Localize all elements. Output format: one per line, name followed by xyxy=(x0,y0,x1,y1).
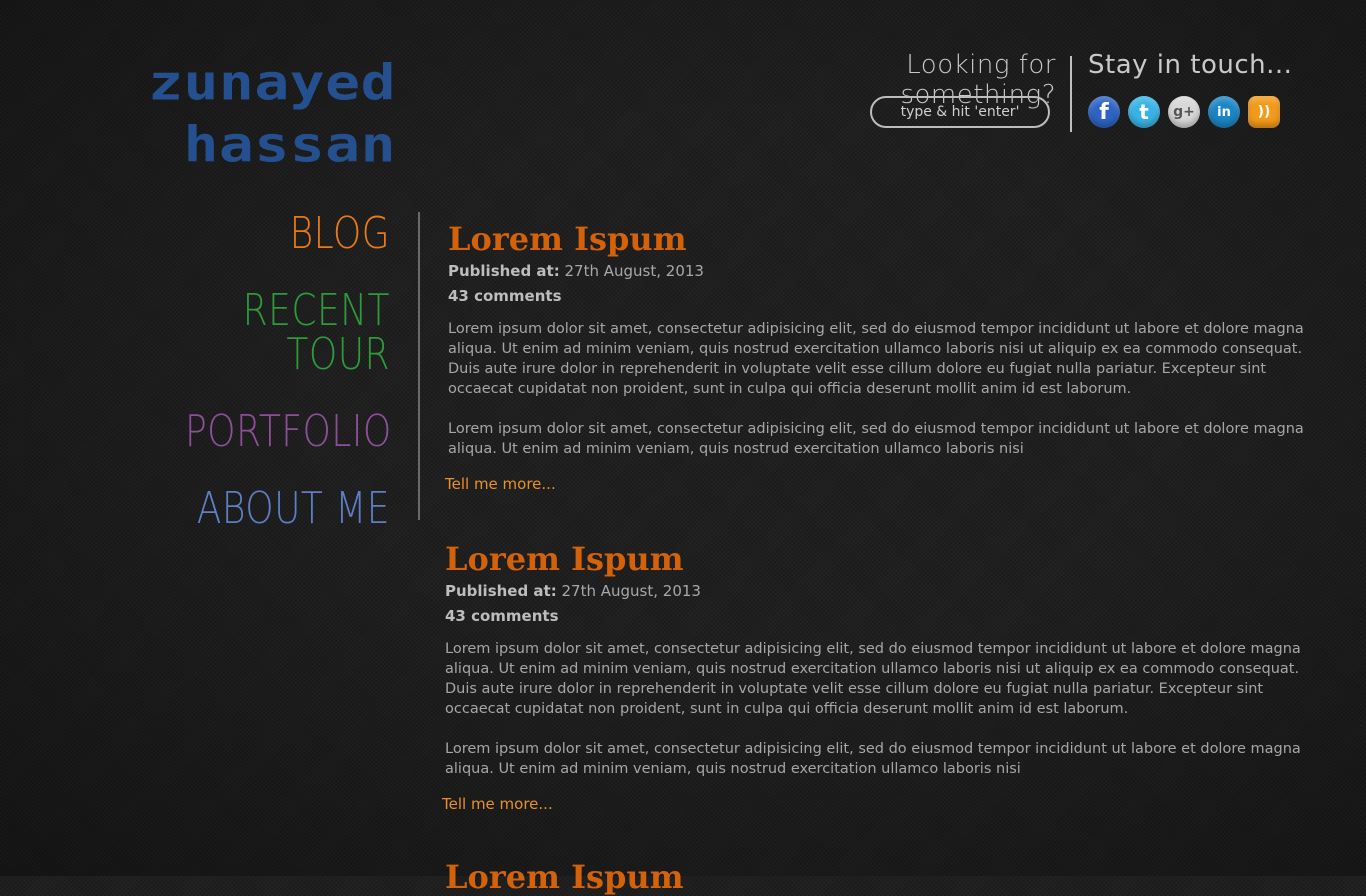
search-block: Looking for something? xyxy=(760,50,1056,128)
post-paragraph: Lorem ipsum dolor sit amet, consectetur … xyxy=(448,421,1304,458)
post-paragraph: Lorem ipsum dolor sit amet, consectetur … xyxy=(445,741,1301,778)
read-more-link[interactable]: Tell me more... xyxy=(445,475,556,493)
read-more-link[interactable]: Tell me more... xyxy=(442,795,553,813)
blog-post: Lorem Ispum Published at: 27th August, 2… xyxy=(442,541,1305,813)
published-label: Published at: xyxy=(445,582,557,601)
linkedin-icon[interactable]: in xyxy=(1208,96,1240,128)
facebook-icon[interactable]: f xyxy=(1088,96,1120,128)
blog-post: Lorem Ispum xyxy=(445,859,1305,895)
post-title[interactable]: Lorem Ispum xyxy=(445,541,1305,577)
nav-divider xyxy=(418,212,420,520)
search-input[interactable] xyxy=(870,96,1050,128)
site-logo[interactable]: zunayed hassan xyxy=(66,58,396,178)
published-date: 27th August, 2013 xyxy=(561,582,701,601)
post-title[interactable]: Lorem Ispum xyxy=(448,221,1308,257)
main-nav: BLOG RECENT TOUR PORTFOLIO ABOUT ME xyxy=(140,212,391,564)
nav-item-portfolio[interactable]: PORTFOLIO xyxy=(185,410,391,454)
twitter-icon[interactable]: t xyxy=(1128,96,1160,128)
rss-icon[interactable]: )) xyxy=(1248,96,1280,128)
google-plus-icon[interactable]: g+ xyxy=(1168,96,1200,128)
published-date: 27th August, 2013 xyxy=(564,262,704,281)
header-divider xyxy=(1070,56,1072,132)
post-paragraph: Lorem ipsum dolor sit amet, consectetur … xyxy=(448,321,1304,398)
post-title[interactable]: Lorem Ispum xyxy=(445,859,1305,895)
social-heading: Stay in touch... xyxy=(1088,50,1293,80)
social-icons: f t g+ in )) xyxy=(1088,96,1280,128)
nav-item-blog[interactable]: BLOG xyxy=(185,212,390,256)
post-comments[interactable]: 43 comments xyxy=(448,285,1308,307)
comments-count: 43 comments xyxy=(445,607,559,626)
blog-post: Lorem Ispum Published at: 27th August, 2… xyxy=(445,221,1308,493)
nav-item-recent-tour[interactable]: RECENT TOUR xyxy=(185,289,390,377)
logo-line-1: zunayed xyxy=(148,53,396,112)
logo-line-2: hassan xyxy=(183,115,396,174)
post-meta: Published at: 27th August, 2013 xyxy=(448,260,1308,282)
nav-item-about-me[interactable]: ABOUT ME xyxy=(185,487,390,531)
post-meta: Published at: 27th August, 2013 xyxy=(445,580,1305,602)
published-label: Published at: xyxy=(448,262,560,281)
post-comments[interactable]: 43 comments xyxy=(445,605,1305,627)
social-block: Stay in touch... f t g+ in )) xyxy=(1088,50,1293,128)
comments-count: 43 comments xyxy=(448,287,562,306)
post-paragraph: Lorem ipsum dolor sit amet, consectetur … xyxy=(445,641,1301,718)
